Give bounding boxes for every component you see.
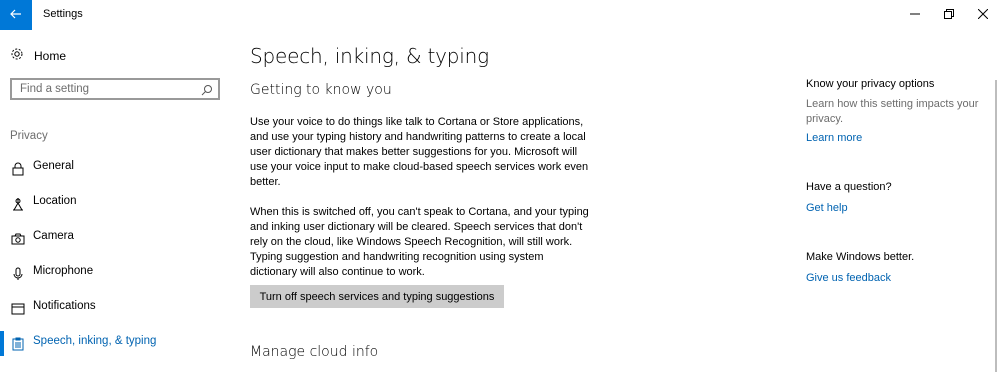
minimize-button[interactable] xyxy=(898,0,932,30)
title-bar: Settings xyxy=(0,0,1000,30)
give-feedback-link[interactable]: Give us feedback xyxy=(806,272,891,284)
minimize-icon xyxy=(910,6,920,24)
sidebar: Home Privacy General Location Camera xyxy=(0,30,235,372)
sidebar-item-general[interactable]: General xyxy=(0,151,235,186)
sidebar-item-speech-inking-typing[interactable]: Speech, inking, & typing xyxy=(0,326,235,361)
microphone-icon xyxy=(10,266,26,282)
search-input[interactable] xyxy=(12,82,202,96)
sidebar-item-label: Notifications xyxy=(33,300,96,312)
page-title: Speech, inking, & typing xyxy=(250,44,489,68)
learn-more-link[interactable]: Learn more xyxy=(806,132,862,144)
active-indicator xyxy=(0,331,4,356)
notifications-icon xyxy=(10,301,26,317)
camera-icon xyxy=(10,231,26,247)
sidebar-item-location[interactable]: Location xyxy=(0,186,235,221)
sidebar-item-label: General xyxy=(33,160,74,172)
back-button[interactable] xyxy=(0,0,32,30)
gear-icon xyxy=(10,47,24,66)
question-heading: Have a question? xyxy=(806,181,892,193)
make-windows-better-heading: Make Windows better. xyxy=(806,251,915,263)
search-box[interactable] xyxy=(10,78,220,100)
turn-off-speech-services-button[interactable]: Turn off speech services and typing sugg… xyxy=(250,285,504,308)
help-pane: Know your privacy options Learn how this… xyxy=(806,30,991,372)
close-button[interactable] xyxy=(966,0,1000,30)
sidebar-item-label: Speech, inking, & typing xyxy=(33,335,157,347)
restore-icon xyxy=(944,6,954,24)
clipboard-icon xyxy=(10,336,26,352)
privacy-options-heading: Know your privacy options xyxy=(806,78,935,90)
back-arrow-icon xyxy=(10,6,22,24)
search-icon[interactable] xyxy=(201,83,213,101)
location-icon xyxy=(10,196,26,212)
main-content: Speech, inking, & typing Getting to know… xyxy=(250,30,790,372)
sidebar-item-notifications[interactable]: Notifications xyxy=(0,291,235,326)
window-title: Settings xyxy=(43,8,83,20)
scrollbar[interactable] xyxy=(995,80,997,372)
privacy-options-description: Learn how this setting impacts your priv… xyxy=(806,98,979,125)
home-nav-item[interactable]: Home xyxy=(10,46,66,66)
close-icon xyxy=(977,6,989,24)
restore-button[interactable] xyxy=(932,0,966,30)
section-label-privacy: Privacy xyxy=(10,130,48,142)
section-heading-manage-cloud-info: Manage cloud info xyxy=(250,344,379,360)
sidebar-item-label: Location xyxy=(33,195,77,207)
get-help-link[interactable]: Get help xyxy=(806,202,848,214)
sidebar-item-microphone[interactable]: Microphone xyxy=(0,256,235,291)
lock-icon xyxy=(10,161,26,177)
section-heading-getting-to-know-you: Getting to know you xyxy=(250,82,392,98)
sidebar-item-label: Microphone xyxy=(33,265,94,277)
switched-off-paragraph: When this is switched off, you can't spe… xyxy=(250,206,589,278)
privacy-nav-list: General Location Camera Microphone Notif… xyxy=(0,151,235,361)
description-paragraph: Use your voice to do things like talk to… xyxy=(250,116,589,188)
sidebar-item-camera[interactable]: Camera xyxy=(0,221,235,256)
sidebar-item-label: Camera xyxy=(33,230,74,242)
home-label: Home xyxy=(34,49,67,63)
